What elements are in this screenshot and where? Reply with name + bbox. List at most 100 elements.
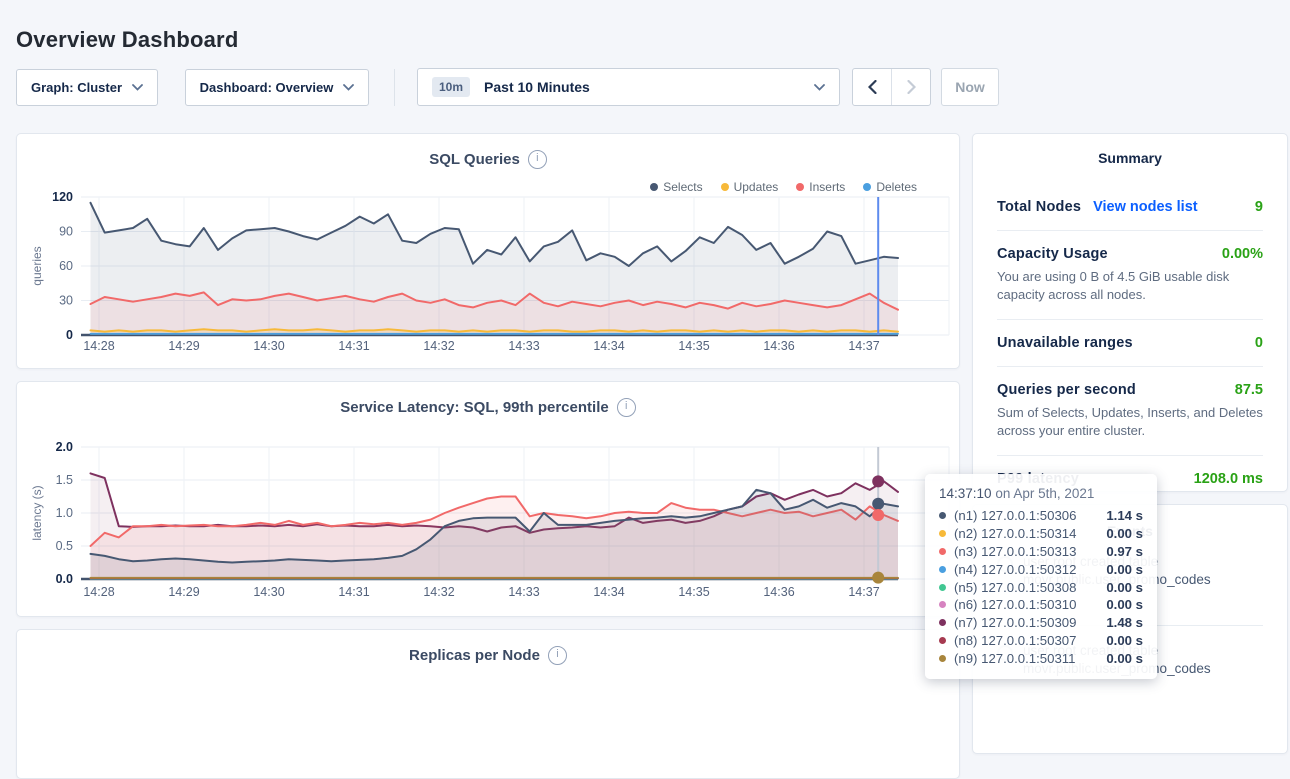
svg-text:0: 0 [66,328,73,342]
svg-text:0.5: 0.5 [56,539,73,553]
svg-text:14:37: 14:37 [848,585,879,599]
tooltip-node-row: (n5) 127.0.0.1:503080.00 s [939,578,1143,596]
range-label: Past 10 Minutes [484,79,814,95]
node-color-dot [939,566,946,573]
next-range-button[interactable] [891,69,930,105]
node-latency-value: 0.00 s [1106,651,1143,666]
svg-text:14:28: 14:28 [83,585,114,599]
node-latency-value: 0.00 s [1106,633,1143,648]
node-address: (n9) 127.0.0.1:50311 [954,651,1098,666]
range-badge: 10m [432,77,470,97]
toolbar-divider [394,69,395,106]
sql-queries-title: SQL Queries [429,151,520,168]
svg-text:60: 60 [59,259,73,273]
svg-text:14:34: 14:34 [593,585,624,599]
node-latency-value: 0.00 s [1106,597,1143,612]
svg-text:14:35: 14:35 [678,339,709,353]
chart-hover-tooltip: 14:37:10 on Apr 5th, 2021 (n1) 127.0.0.1… [925,474,1157,679]
node-address: (n3) 127.0.0.1:50313 [954,544,1098,559]
capacity-value: 0.00% [1222,246,1263,262]
tooltip-timestamp: 14:37:10 on Apr 5th, 2021 [939,486,1143,501]
info-icon[interactable]: i [548,646,567,665]
page-title: Overview Dashboard [16,27,238,53]
chevron-down-icon [343,84,354,91]
node-color-dot [939,584,946,591]
tooltip-node-row: (n6) 127.0.0.1:503100.00 s [939,596,1143,614]
tooltip-node-row: (n7) 127.0.0.1:503091.48 s [939,614,1143,632]
summary-row-total-nodes: Total Nodes View nodes list 9 [997,184,1263,230]
node-color-dot [939,512,946,519]
unavailable-ranges-label: Unavailable ranges [997,335,1133,351]
summary-title: Summary [973,134,1287,184]
graph-dropdown[interactable]: Graph: Cluster [16,69,158,106]
svg-text:latency (s): latency (s) [30,485,44,540]
summary-row-capacity: Capacity Usage 0.00% You are using 0 B o… [997,230,1263,319]
svg-text:120: 120 [52,190,73,204]
sql-queries-card: SQL Queries i Selects Updates Inserts Delet… [16,133,960,369]
chevron-right-icon [907,80,916,94]
svg-text:1.0: 1.0 [56,506,73,520]
svg-text:14:28: 14:28 [83,339,114,353]
node-color-dot [939,548,946,555]
graph-dropdown-label: Graph: Cluster [31,80,122,95]
svg-text:90: 90 [59,225,73,239]
node-address: (n5) 127.0.0.1:50308 [954,580,1098,595]
legend-item-inserts: Inserts [796,180,845,194]
svg-text:14:30: 14:30 [253,585,284,599]
legend-item-deletes: Deletes [863,180,917,194]
svg-text:14:36: 14:36 [763,585,794,599]
summary-row-qps: Queries per second 87.5 Sum of Selects, … [997,366,1263,455]
svg-text:0.0: 0.0 [56,572,73,586]
unavailable-ranges-value: 0 [1255,335,1263,351]
node-latency-value: 0.00 s [1106,526,1143,541]
legend-dot [796,183,804,191]
node-color-dot [939,530,946,537]
svg-text:14:34: 14:34 [593,339,624,353]
info-icon[interactable]: i [617,398,636,417]
total-nodes-label: Total Nodes [997,199,1081,215]
tooltip-node-row: (n3) 127.0.0.1:503130.97 s [939,543,1143,561]
node-address: (n2) 127.0.0.1:50314 [954,526,1098,541]
time-pager [852,68,931,106]
chevron-down-icon [132,84,143,91]
node-address: (n7) 127.0.0.1:50309 [954,615,1098,630]
svg-text:14:37: 14:37 [848,339,879,353]
time-range-picker[interactable]: 10m Past 10 Minutes [417,68,840,106]
summary-row-unavailable: Unavailable ranges 0 [997,319,1263,366]
node-address: (n1) 127.0.0.1:50306 [954,508,1098,523]
svg-text:14:32: 14:32 [423,339,454,353]
svg-text:14:31: 14:31 [338,585,369,599]
node-color-dot [939,619,946,626]
view-nodes-list-link[interactable]: View nodes list [1093,199,1198,215]
sql-queries-legend: Selects Updates Inserts Deletes [650,180,917,194]
svg-text:14:29: 14:29 [168,339,199,353]
node-color-dot [939,601,946,608]
tooltip-node-row: (n8) 127.0.0.1:50307 0.00 s [939,632,1143,650]
tooltip-node-row: (n4) 127.0.0.1:503120.00 s [939,560,1143,578]
dashboard-dropdown-label: Dashboard: Overview [200,80,334,95]
now-button[interactable]: Now [941,68,999,106]
info-icon[interactable]: i [528,150,547,169]
dashboard-dropdown[interactable]: Dashboard: Overview [185,69,369,106]
svg-text:14:30: 14:30 [253,339,284,353]
legend-dot [650,183,658,191]
tooltip-node-row: (n1) 127.0.0.1:503061.14 s [939,507,1143,525]
sql-queries-chart[interactable]: 030609012014:2814:2914:3014:3114:3214:33… [17,178,961,356]
p99-latency-value: 1208.0 ms [1194,471,1263,487]
legend-item-updates: Updates [721,180,779,194]
svg-text:14:31: 14:31 [338,339,369,353]
tooltip-time: 14:37:10 [939,486,992,501]
svg-text:14:33: 14:33 [508,585,539,599]
prev-range-button[interactable] [853,69,891,105]
total-nodes-value: 9 [1255,199,1263,215]
service-latency-chart[interactable]: 0.00.51.01.52.014:2814:2914:3014:3114:32… [17,426,961,606]
capacity-desc: You are using 0 B of 4.5 GiB usable disk… [997,268,1263,304]
qps-label: Queries per second [997,382,1136,398]
service-latency-title: Service Latency: SQL, 99th percentile [340,399,608,416]
summary-panel: Summary Total Nodes View nodes list 9 Ca… [972,133,1288,492]
capacity-label: Capacity Usage [997,246,1108,262]
svg-text:14:35: 14:35 [678,585,709,599]
legend-dot [721,183,729,191]
legend-item-selects: Selects [650,180,702,194]
node-address: (n8) 127.0.0.1:50307 [954,633,1098,648]
